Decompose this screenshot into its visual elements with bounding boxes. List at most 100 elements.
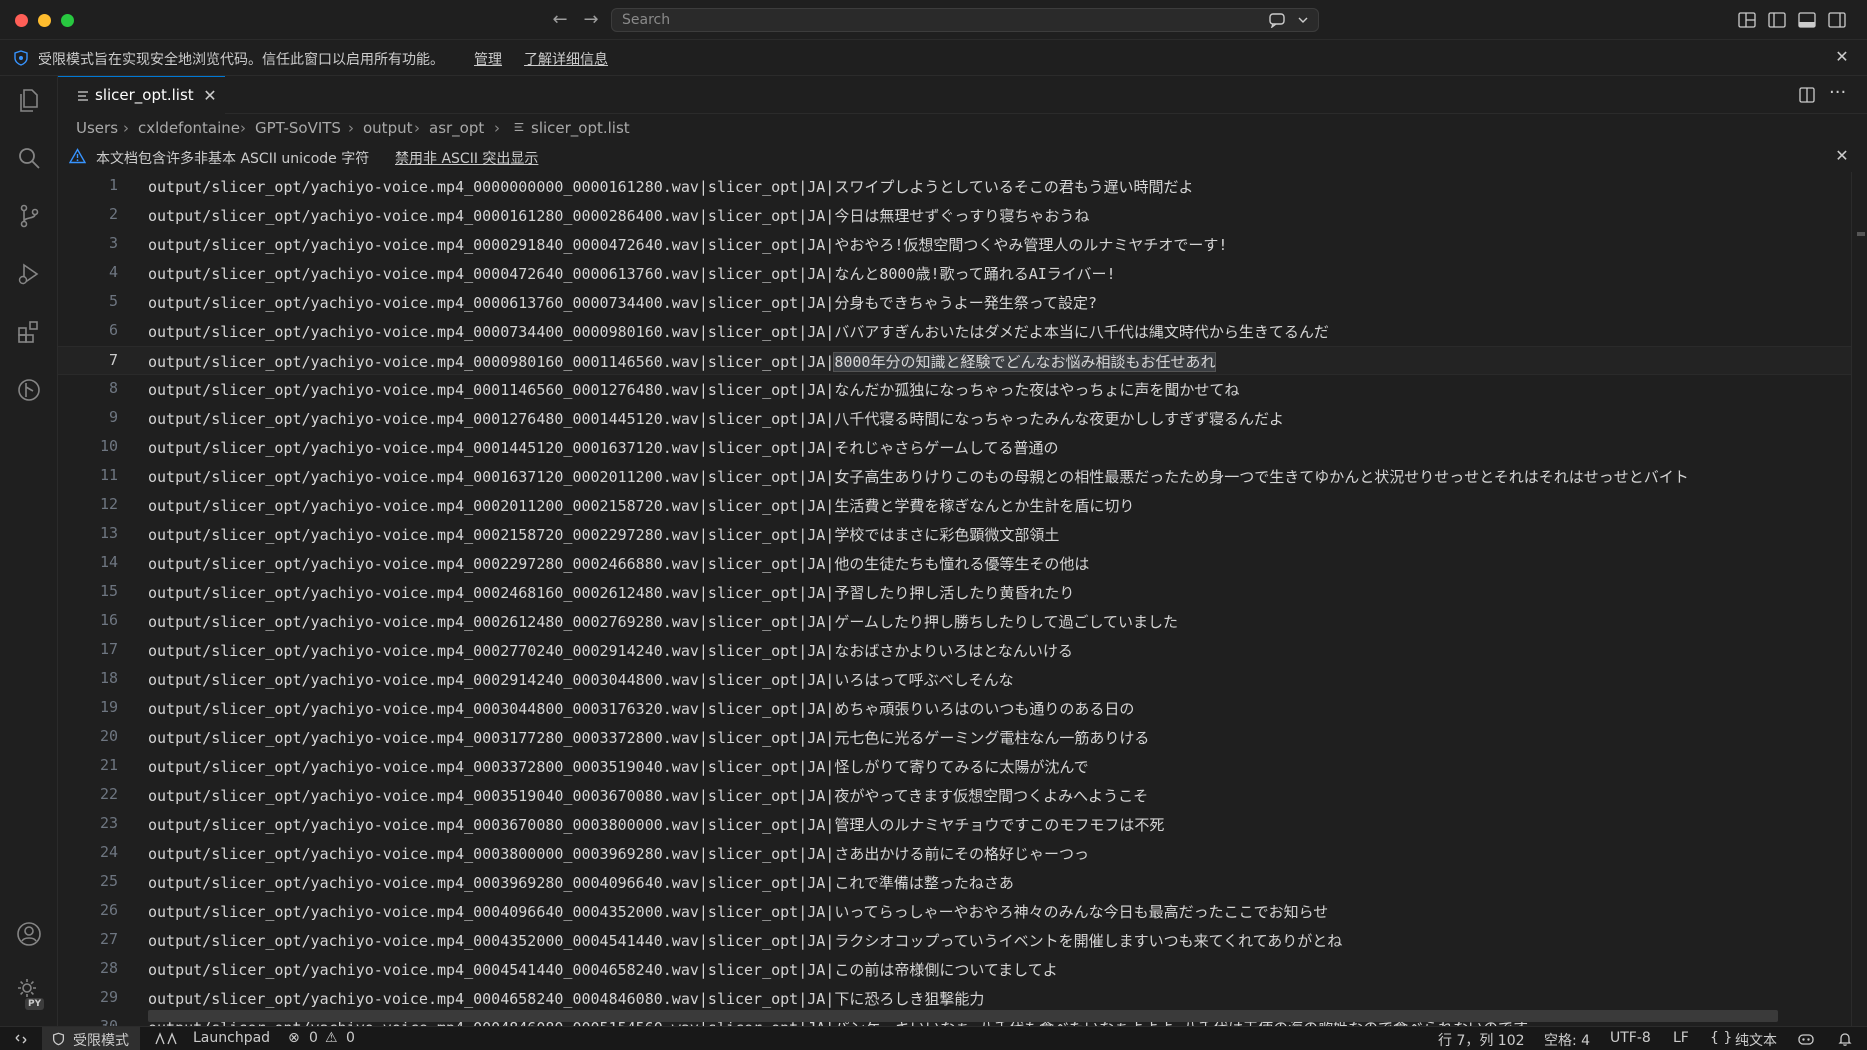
line-number[interactable]: 13 [58, 524, 118, 542]
editor-line[interactable]: 27 output/slicer_opt/yachiyo-voice.mp4_00… [58, 926, 1867, 955]
editor-line[interactable]: 14 output/slicer_opt/yachiyo-voice.mp4_00… [58, 549, 1867, 578]
line-number[interactable]: 26 [58, 901, 118, 919]
line-number[interactable]: 22 [58, 785, 118, 803]
toggle-secondary-sidebar-icon[interactable] [1827, 10, 1847, 30]
line-number[interactable]: 28 [58, 959, 118, 977]
toggle-panel-icon[interactable] [1797, 10, 1817, 30]
toggle-primary-sidebar-icon[interactable] [1767, 10, 1787, 30]
cursor-position[interactable]: 行 7，列 102 [1438, 1030, 1525, 1050]
line-number[interactable]: 2 [58, 205, 118, 223]
editor-line[interactable]: 18 output/slicer_opt/yachiyo-voice.mp4_00… [58, 665, 1867, 694]
editor-line[interactable]: 21 output/slicer_opt/yachiyo-voice.mp4_00… [58, 752, 1867, 781]
close-icon[interactable]: ✕ [1834, 148, 1850, 164]
breadcrumb-item[interactable]: output [363, 119, 412, 137]
restricted-mode-indicator[interactable]: 受限模式 [42, 1027, 140, 1050]
line-number[interactable]: 5 [58, 292, 118, 310]
line-number[interactable]: 6 [58, 321, 118, 339]
line-number[interactable]: 27 [58, 930, 118, 948]
copilot-chat-icon[interactable] [1268, 12, 1286, 28]
editor-line[interactable]: 24 output/slicer_opt/yachiyo-voice.mp4_00… [58, 839, 1867, 868]
search-input[interactable] [622, 11, 1222, 29]
line-number[interactable]: 18 [58, 669, 118, 687]
line-number[interactable]: 3 [58, 234, 118, 252]
window-maximize-button[interactable] [61, 14, 74, 27]
editor-line[interactable]: 29 output/slicer_opt/yachiyo-voice.mp4_00… [58, 984, 1867, 1013]
split-editor-icon[interactable] [1798, 86, 1816, 104]
line-number[interactable]: 19 [58, 698, 118, 716]
editor-line[interactable]: 8 output/slicer_opt/yachiyo-voice.mp4_000… [58, 375, 1867, 404]
back-arrow-icon[interactable]: ← [550, 10, 570, 30]
editor-line[interactable]: 2 output/slicer_opt/yachiyo-voice.mp4_000… [58, 201, 1867, 230]
window-close-button[interactable] [15, 14, 28, 27]
line-number[interactable]: 25 [58, 872, 118, 890]
line-number[interactable]: 24 [58, 843, 118, 861]
gitlens-icon[interactable] [15, 376, 43, 404]
extensions-icon[interactable] [15, 318, 43, 346]
editor-line[interactable]: 10 output/slicer_opt/yachiyo-voice.mp4_00… [58, 433, 1867, 462]
editor-line[interactable]: 7 output/slicer_opt/yachiyo-voice.mp4_000… [58, 346, 1867, 375]
editor-line[interactable]: 12 output/slicer_opt/yachiyo-voice.mp4_00… [58, 491, 1867, 520]
run-and-debug-icon[interactable] [15, 260, 43, 288]
editor-line[interactable]: 23 output/slicer_opt/yachiyo-voice.mp4_00… [58, 810, 1867, 839]
editor-line[interactable]: 22 output/slicer_opt/yachiyo-voice.mp4_00… [58, 781, 1867, 810]
line-number[interactable]: 29 [58, 988, 118, 1006]
line-number[interactable]: 1 [58, 176, 118, 194]
editor-line[interactable]: 3 output/slicer_opt/yachiyo-voice.mp4_000… [58, 230, 1867, 259]
breadcrumb-item[interactable]: cxldefontaine [138, 119, 240, 137]
language-mode[interactable]: 纯文本 [1735, 1030, 1777, 1050]
editor-line[interactable]: 25 output/slicer_opt/yachiyo-voice.mp4_00… [58, 868, 1867, 897]
line-number[interactable]: 30 [58, 1017, 118, 1026]
indentation[interactable]: 空格: 4 [1544, 1030, 1590, 1050]
line-number[interactable]: 8 [58, 379, 118, 397]
breadcrumb-item[interactable]: Users [76, 119, 118, 137]
editor-line[interactable]: 28 output/slicer_opt/yachiyo-voice.mp4_00… [58, 955, 1867, 984]
window-minimize-button[interactable] [38, 14, 51, 27]
editor-line[interactable]: 15 output/slicer_opt/yachiyo-voice.mp4_00… [58, 578, 1867, 607]
disable-highlight-link[interactable]: 禁用非 ASCII 突出显示 [395, 148, 538, 168]
end-of-line[interactable]: LF [1673, 1030, 1689, 1046]
bell-icon[interactable] [1837, 1031, 1853, 1047]
editor-line[interactable]: 17 output/slicer_opt/yachiyo-voice.mp4_00… [58, 636, 1867, 665]
breadcrumb-item[interactable]: asr_opt [429, 119, 484, 137]
tab-slicer-opt-list[interactable]: slicer_opt.list ✕ [58, 76, 225, 114]
line-number[interactable]: 16 [58, 611, 118, 629]
breadcrumb-item[interactable]: slicer_opt.list [531, 119, 630, 137]
search-icon[interactable] [15, 144, 43, 172]
editor-line[interactable]: 4 output/slicer_opt/yachiyo-voice.mp4_000… [58, 259, 1867, 288]
close-icon[interactable]: ✕ [1834, 49, 1850, 65]
chevron-down-icon[interactable] [1297, 15, 1309, 25]
editor-line[interactable]: 26 output/slicer_opt/yachiyo-voice.mp4_00… [58, 897, 1867, 926]
line-number[interactable]: 4 [58, 263, 118, 281]
manage-link[interactable]: 管理 [474, 49, 502, 69]
line-number[interactable]: 10 [58, 437, 118, 455]
close-icon[interactable]: ✕ [202, 88, 218, 104]
code-editor[interactable]: 1 output/slicer_opt/yachiyo-voice.mp4_000… [58, 172, 1867, 1026]
error-icon[interactable]: ⊗ [288, 1030, 300, 1046]
encoding[interactable]: UTF-8 [1610, 1030, 1651, 1046]
line-number[interactable]: 14 [58, 553, 118, 571]
explorer-icon[interactable] [15, 86, 43, 114]
launchpad-label[interactable]: Launchpad [193, 1030, 270, 1046]
forward-arrow-icon[interactable]: → [581, 10, 601, 30]
editor-line[interactable]: 9 output/slicer_opt/yachiyo-voice.mp4_000… [58, 404, 1867, 433]
line-number[interactable]: 7 [58, 351, 118, 369]
customize-layout-icon[interactable] [1737, 10, 1757, 30]
learn-more-link[interactable]: 了解详细信息 [524, 49, 608, 69]
line-number[interactable]: 9 [58, 408, 118, 426]
source-control-icon[interactable] [15, 202, 43, 230]
horizontal-scrollbar[interactable] [148, 1010, 1778, 1022]
accounts-icon[interactable] [15, 920, 43, 948]
more-actions-icon[interactable]: ··· [1829, 82, 1846, 103]
launchpad-icon[interactable] [154, 1032, 178, 1046]
line-number[interactable]: 20 [58, 727, 118, 745]
breadcrumb-item[interactable]: GPT-SoVITS [255, 119, 341, 137]
editor-line[interactable]: 19 output/slicer_opt/yachiyo-voice.mp4_00… [58, 694, 1867, 723]
line-number[interactable]: 15 [58, 582, 118, 600]
editor-line[interactable]: 13 output/slicer_opt/yachiyo-voice.mp4_00… [58, 520, 1867, 549]
remote-indicator[interactable] [0, 1027, 42, 1050]
vertical-scrollbar[interactable] [1851, 172, 1867, 1026]
editor-line[interactable]: 1 output/slicer_opt/yachiyo-voice.mp4_000… [58, 172, 1867, 201]
editor-line[interactable]: 5 output/slicer_opt/yachiyo-voice.mp4_000… [58, 288, 1867, 317]
command-center-search[interactable] [611, 8, 1319, 32]
warning-count[interactable]: 0 [346, 1030, 355, 1046]
